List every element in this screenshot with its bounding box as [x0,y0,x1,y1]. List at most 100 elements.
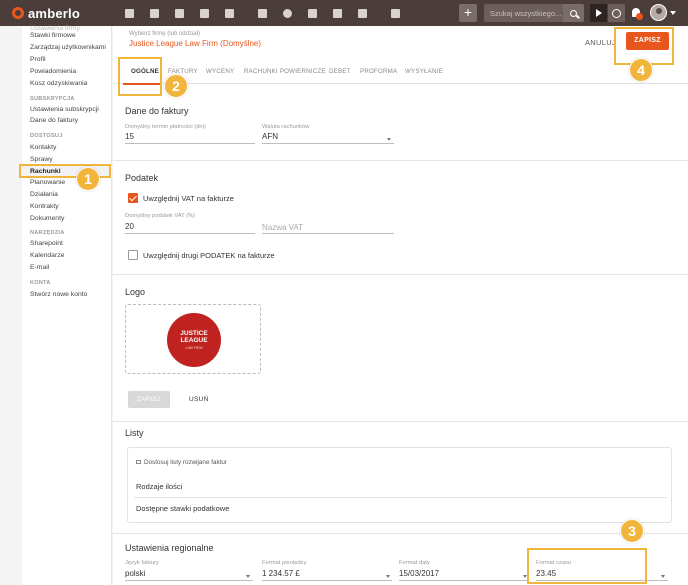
highlight-general-tab [118,57,162,96]
chevron-down-icon [661,575,665,578]
bank-icon[interactable] [218,3,240,23]
payment-term-label: Domyślny termin płatności (dni) [125,124,206,130]
sidebar-item-create-account[interactable]: Stwórz nowe konto [30,291,87,298]
sidebar-item-documents[interactable]: Dokumenty [30,215,64,222]
cancel-button[interactable]: ANULUJ [585,38,616,47]
sidebar-item-contracts[interactable]: Kontrakty [30,203,59,210]
sidebar-item-planning[interactable]: Planowanie [30,179,65,186]
step-badge-4: 4 [629,58,653,82]
timer-button[interactable] [608,4,625,22]
firm-logo-image: JUSTICE LEAGUE LAW FIRM [167,313,221,367]
currency-label: Waluta rachunków [262,124,310,130]
logo-title: Logo [125,287,146,297]
section-divider [113,421,688,422]
tab-debit[interactable]: DEBET [329,68,351,75]
chevron-down-icon [386,575,390,578]
start-timer-button[interactable] [590,4,607,22]
invoice-data-title: Dane do faktury [125,106,189,116]
sidebar-item-manage-users[interactable]: Zarządzaj użytkownikami [30,44,106,51]
sidebar-item-profile[interactable]: Profil [30,56,46,63]
vat-name-input[interactable]: Nazwa VAT [262,223,303,232]
sidebar-item-recycle-bin[interactable]: Kosz odzyskiwania [30,80,87,87]
language-label: Język faktury [125,560,159,566]
logo-remove-button[interactable]: USUŃ [189,396,209,403]
money-format-select[interactable]: 1 234.57 £ [262,569,300,578]
sidebar-heading-subscription: SUBSKRYPCJA [30,96,75,102]
search-button[interactable] [563,4,584,22]
language-select[interactable]: polski [125,569,145,578]
logo-upload-area[interactable]: JUSTICE LEAGUE LAW FIRM [125,304,261,374]
sidebar-item-matters[interactable]: Sprawy [30,156,53,163]
logo-save-button[interactable]: ZAPISZ [128,391,170,408]
documents-icon[interactable] [193,3,215,23]
settings-tabs: OGÓLNE FAKTURY WYCENY RACHUNKI POWIERNIC… [113,64,688,85]
top-bar: amberlo + Szukaj wszystkiego... [0,0,688,26]
sidebar-item-firm-rates[interactable]: Stawki firmowe [30,32,76,39]
contacts-icon[interactable] [143,3,165,23]
mail-icon[interactable] [351,3,373,23]
bills-settings-panel: Wybierz firmę (lub oddział) Justice Leag… [113,26,688,585]
vat-rate-underline [125,233,255,234]
section-divider [113,533,688,534]
sidebar-item-invoice-data[interactable]: Dane do faktury [30,117,78,124]
stopwatch-icon [612,8,621,18]
file-icon[interactable] [326,3,348,23]
lists-title: Listy [125,428,144,438]
top-nav-icons [118,3,409,23]
chevron-down-icon[interactable] [670,11,676,15]
payment-term-input[interactable]: 15 [125,132,134,141]
second-tax-label[interactable]: Uwzględnij drugi PODATEK na fakturze [143,251,275,260]
play-icon [595,9,602,17]
app-name: amberlo [28,5,80,21]
include-vat-label[interactable]: Uwzględnij VAT na fakturze [143,194,234,203]
tab-trust-accounts[interactable]: RACHUNKI POWIERNICZE [244,68,326,75]
currency-select[interactable]: AFN [262,132,278,141]
list-item-tax-rates[interactable]: Dostępne stawki podatkowe [136,504,229,513]
sidebar-heading-customize: DOSTOSUJ [30,133,63,139]
regional-title: Ustawienia regionalne [125,543,214,553]
reports-icon[interactable] [384,3,406,23]
lists-card: Dostosuj listy rozwijane faktur Rodzaje … [127,447,672,523]
section-divider [113,160,688,161]
date-format-select[interactable]: 15/03/2017 [399,569,439,578]
second-tax-checkbox[interactable] [128,250,138,260]
list-divider [134,497,667,498]
vat-rate-input[interactable]: 20 [125,222,134,231]
tab-proforma[interactable]: PROFORMA [360,68,397,75]
money-format-label: Format pieniędzy [262,560,307,566]
include-vat-checkbox[interactable] [128,193,138,203]
section-divider [113,274,688,275]
folder-icon[interactable] [301,3,323,23]
list-item-quantity-types[interactable]: Rodzaje ilości [136,482,182,491]
sidebar-item-contacts[interactable]: Kontakty [30,144,56,151]
sidebar-item-activities[interactable]: Działania [30,191,58,198]
sidebar-item-calendars[interactable]: Kalendarze [30,252,64,259]
sidebar-item-sharepoint[interactable]: Sharepoint [30,240,63,247]
language-underline [125,580,253,581]
amberlo-logo-icon [12,7,24,19]
matters-icon[interactable] [168,3,190,23]
search-icon [570,9,577,17]
calendar-icon[interactable] [251,3,273,23]
customize-lists-link[interactable]: Dostosuj listy rozwijane faktur [136,459,227,466]
add-new-button[interactable]: + [459,4,477,22]
sidebar-item-partial[interactable]: Ustawienia firmy [30,25,80,32]
sidebar-item-email[interactable]: E-mail [30,264,49,271]
sidebar-heading-tools: NARZĘDZIA [30,230,65,236]
user-avatar[interactable] [650,4,667,21]
settings-sidebar: Ustawienia firmy Stawki firmowe Zarządza… [22,25,112,585]
tab-sending[interactable]: WYSYŁANIE [405,68,443,75]
firm-select[interactable]: Justice League Law Firm (Domyślne) [129,39,261,48]
dashboard-icon[interactable] [118,3,140,23]
sidebar-heading-accounts: KONTA [30,280,51,286]
money-format-underline [262,580,392,581]
tab-quotes[interactable]: WYCENY [206,68,234,75]
app-logo[interactable]: amberlo [12,6,102,21]
tax-title: Podatek [125,173,159,183]
sidebar-item-subscription-settings[interactable]: Ustawienia subskrypcji [30,106,99,113]
step-badge-2: 2 [164,74,188,98]
vat-name-underline [262,233,394,234]
history-icon[interactable] [276,3,298,23]
sidebar-item-notifications[interactable]: Powiadomienia [30,68,76,75]
chevron-down-icon [246,575,250,578]
